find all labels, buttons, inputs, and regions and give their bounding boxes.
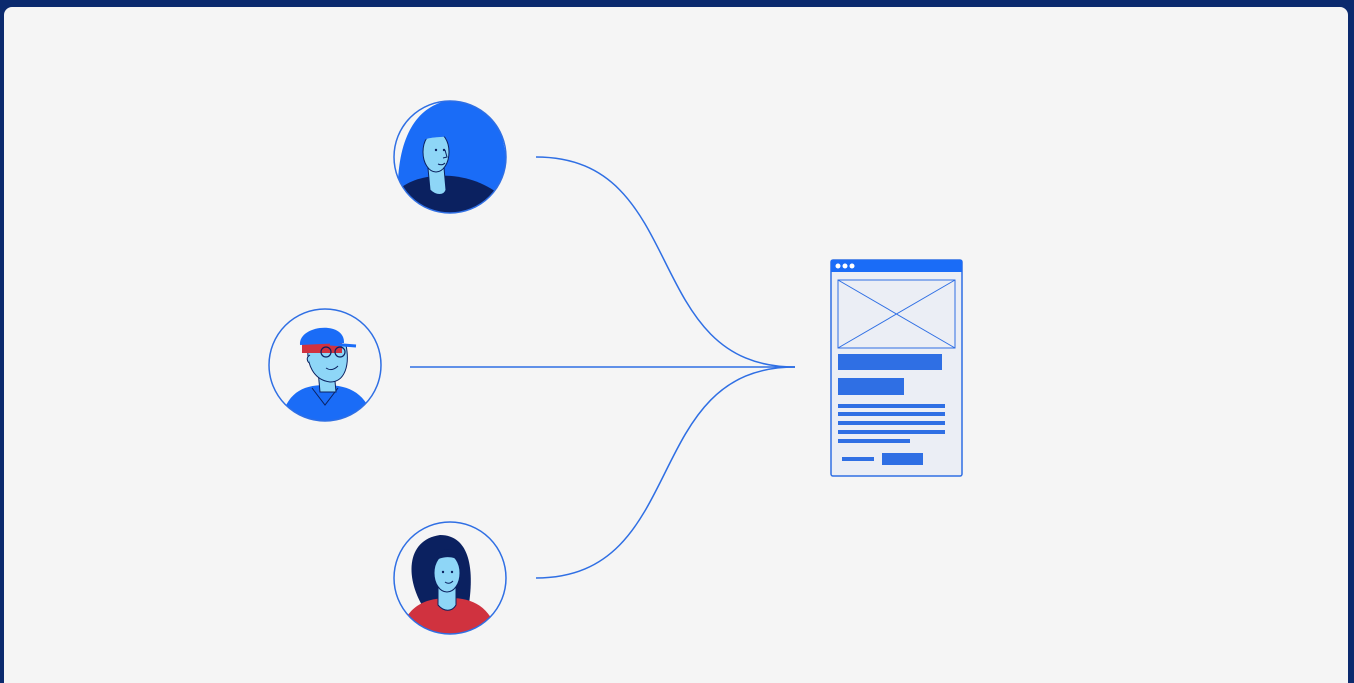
avatar-woman-long-hair-icon: [393, 521, 507, 635]
subheading-block: [838, 378, 904, 395]
button-placeholder: [882, 453, 923, 465]
connector-bottom: [535, 366, 796, 579]
avatar-woman-curly-hair-icon: [393, 100, 507, 214]
flow-diagram: [268, 100, 963, 635]
avatar-man-cap-glasses-icon: [268, 308, 382, 422]
link-placeholder: [842, 457, 874, 461]
connector-top: [535, 156, 796, 368]
browser-dots: [835, 263, 855, 269]
heading-block: [838, 354, 942, 370]
connectors: [410, 156, 796, 579]
webpage-wireframe-icon: [830, 259, 963, 477]
